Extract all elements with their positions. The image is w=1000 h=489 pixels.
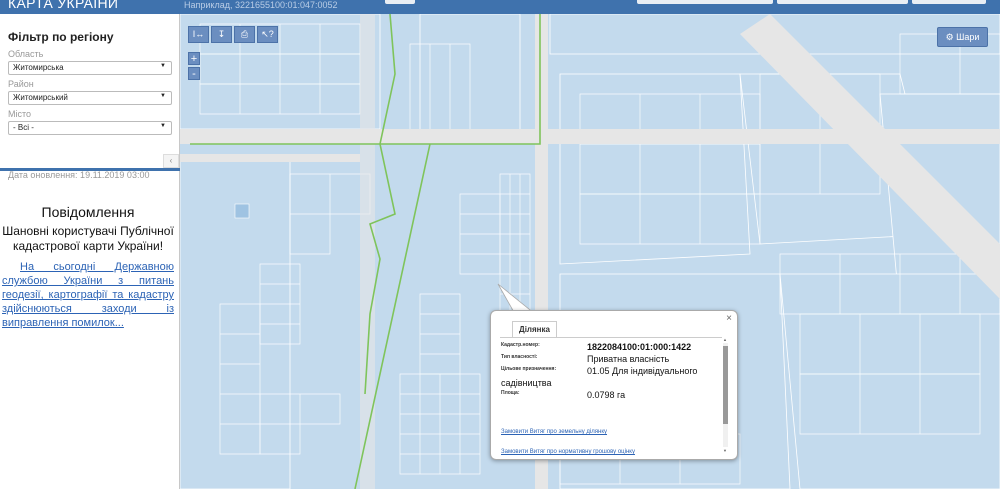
city-select[interactable]: - Всі - ▼ bbox=[8, 121, 172, 135]
purpose-continued: садівництва bbox=[501, 378, 552, 388]
dropdown-arrow-icon: ▼ bbox=[160, 93, 166, 99]
district-label: Район bbox=[8, 79, 34, 89]
ownership-type: Приватна власність bbox=[587, 354, 670, 364]
app-title[interactable]: КАРТА УКРАЇНИ bbox=[8, 0, 118, 11]
tab-parcel[interactable]: Ділянка bbox=[512, 321, 557, 338]
detail-key: Тип власності: bbox=[501, 354, 538, 360]
tab-underline bbox=[500, 337, 722, 338]
detail-row: Цільове призначення: 01.05 Для індивідуал… bbox=[501, 366, 721, 378]
parcel-details: Кадастр.номер: 1822084100:01:000:1422 Тип… bbox=[501, 342, 721, 402]
order-parcel-extract-link[interactable]: Замовити Витяг про земельну ділянку bbox=[501, 429, 607, 435]
detail-row: Площа: 0.0798 га bbox=[501, 390, 721, 402]
sidebar: Фільтр по регіону Область Житомирська ▼ Р… bbox=[0, 14, 180, 489]
detail-key: Площа: bbox=[501, 390, 520, 396]
region-label: Область bbox=[8, 49, 44, 59]
app-header: КАРТА УКРАЇНИ Наприклад, 3221655100:01:0… bbox=[0, 0, 1000, 14]
popup-scrollbar[interactable]: ▲ ▼ bbox=[723, 337, 728, 453]
notice-link[interactable]: На сьогодні Державною службою України з … bbox=[2, 260, 174, 330]
detail-row: Тип власності: Приватна власність bbox=[501, 354, 721, 366]
notice-panel: Повідомлення Шановні користувачі Публічн… bbox=[2, 204, 174, 330]
city-value: - Всі - bbox=[13, 123, 34, 132]
search-button[interactable] bbox=[385, 0, 415, 4]
scroll-down-icon[interactable]: ▼ bbox=[723, 448, 727, 453]
scrollbar-thumb[interactable] bbox=[723, 346, 728, 424]
detail-key: Цільове призначення: bbox=[501, 366, 557, 372]
order-valuation-extract-link[interactable]: Замовити Витяг про нормативну грошову оц… bbox=[501, 449, 635, 455]
update-date: Дата оновлення: 19.11.2019 03:00 bbox=[8, 170, 150, 180]
cadastral-number: 1822084100:01:000:1422 bbox=[587, 342, 692, 352]
close-icon[interactable]: × bbox=[726, 313, 732, 324]
region-value: Житомирська bbox=[13, 63, 64, 72]
detail-row: садівництва bbox=[501, 378, 721, 390]
dropdown-arrow-icon: ▼ bbox=[160, 123, 166, 129]
scroll-up-icon[interactable]: ▲ bbox=[723, 337, 727, 342]
header-button-1[interactable] bbox=[637, 0, 773, 4]
search-hint: Наприклад, 3221655100:01:047:0052 bbox=[184, 0, 338, 10]
district-value: Житомирський bbox=[13, 93, 68, 102]
region-filter: Фільтр по регіону Область Житомирська ▼ Р… bbox=[0, 14, 180, 170]
filter-title: Фільтр по регіону bbox=[8, 30, 114, 44]
district-select[interactable]: Житомирський ▼ bbox=[8, 91, 172, 105]
dropdown-arrow-icon: ▼ bbox=[160, 63, 166, 69]
header-button-3[interactable] bbox=[912, 0, 986, 4]
header-button-2[interactable] bbox=[777, 0, 908, 4]
region-select[interactable]: Житомирська ▼ bbox=[8, 61, 172, 75]
notice-title: Повідомлення bbox=[41, 204, 135, 220]
area: 0.0798 га bbox=[587, 390, 626, 400]
collapse-sidebar-button[interactable]: ‹ bbox=[163, 154, 179, 168]
purpose: 01.05 Для індивідуального bbox=[587, 366, 698, 376]
detail-key: Кадастр.номер: bbox=[501, 342, 540, 348]
detail-row: Кадастр.номер: 1822084100:01:000:1422 bbox=[501, 342, 721, 354]
notice-greeting: Шановні користувачі Публічної кадастрово… bbox=[2, 224, 174, 253]
map-canvas[interactable]: I↔ ↧ ⎙ ↖? + - ⚙ Шари × Ділянка Кадастр.н… bbox=[180, 14, 1000, 489]
parcel-info-popup: × Ділянка Кадастр.номер: 1822084100:01:00… bbox=[490, 310, 738, 460]
city-label: Місто bbox=[8, 109, 32, 119]
